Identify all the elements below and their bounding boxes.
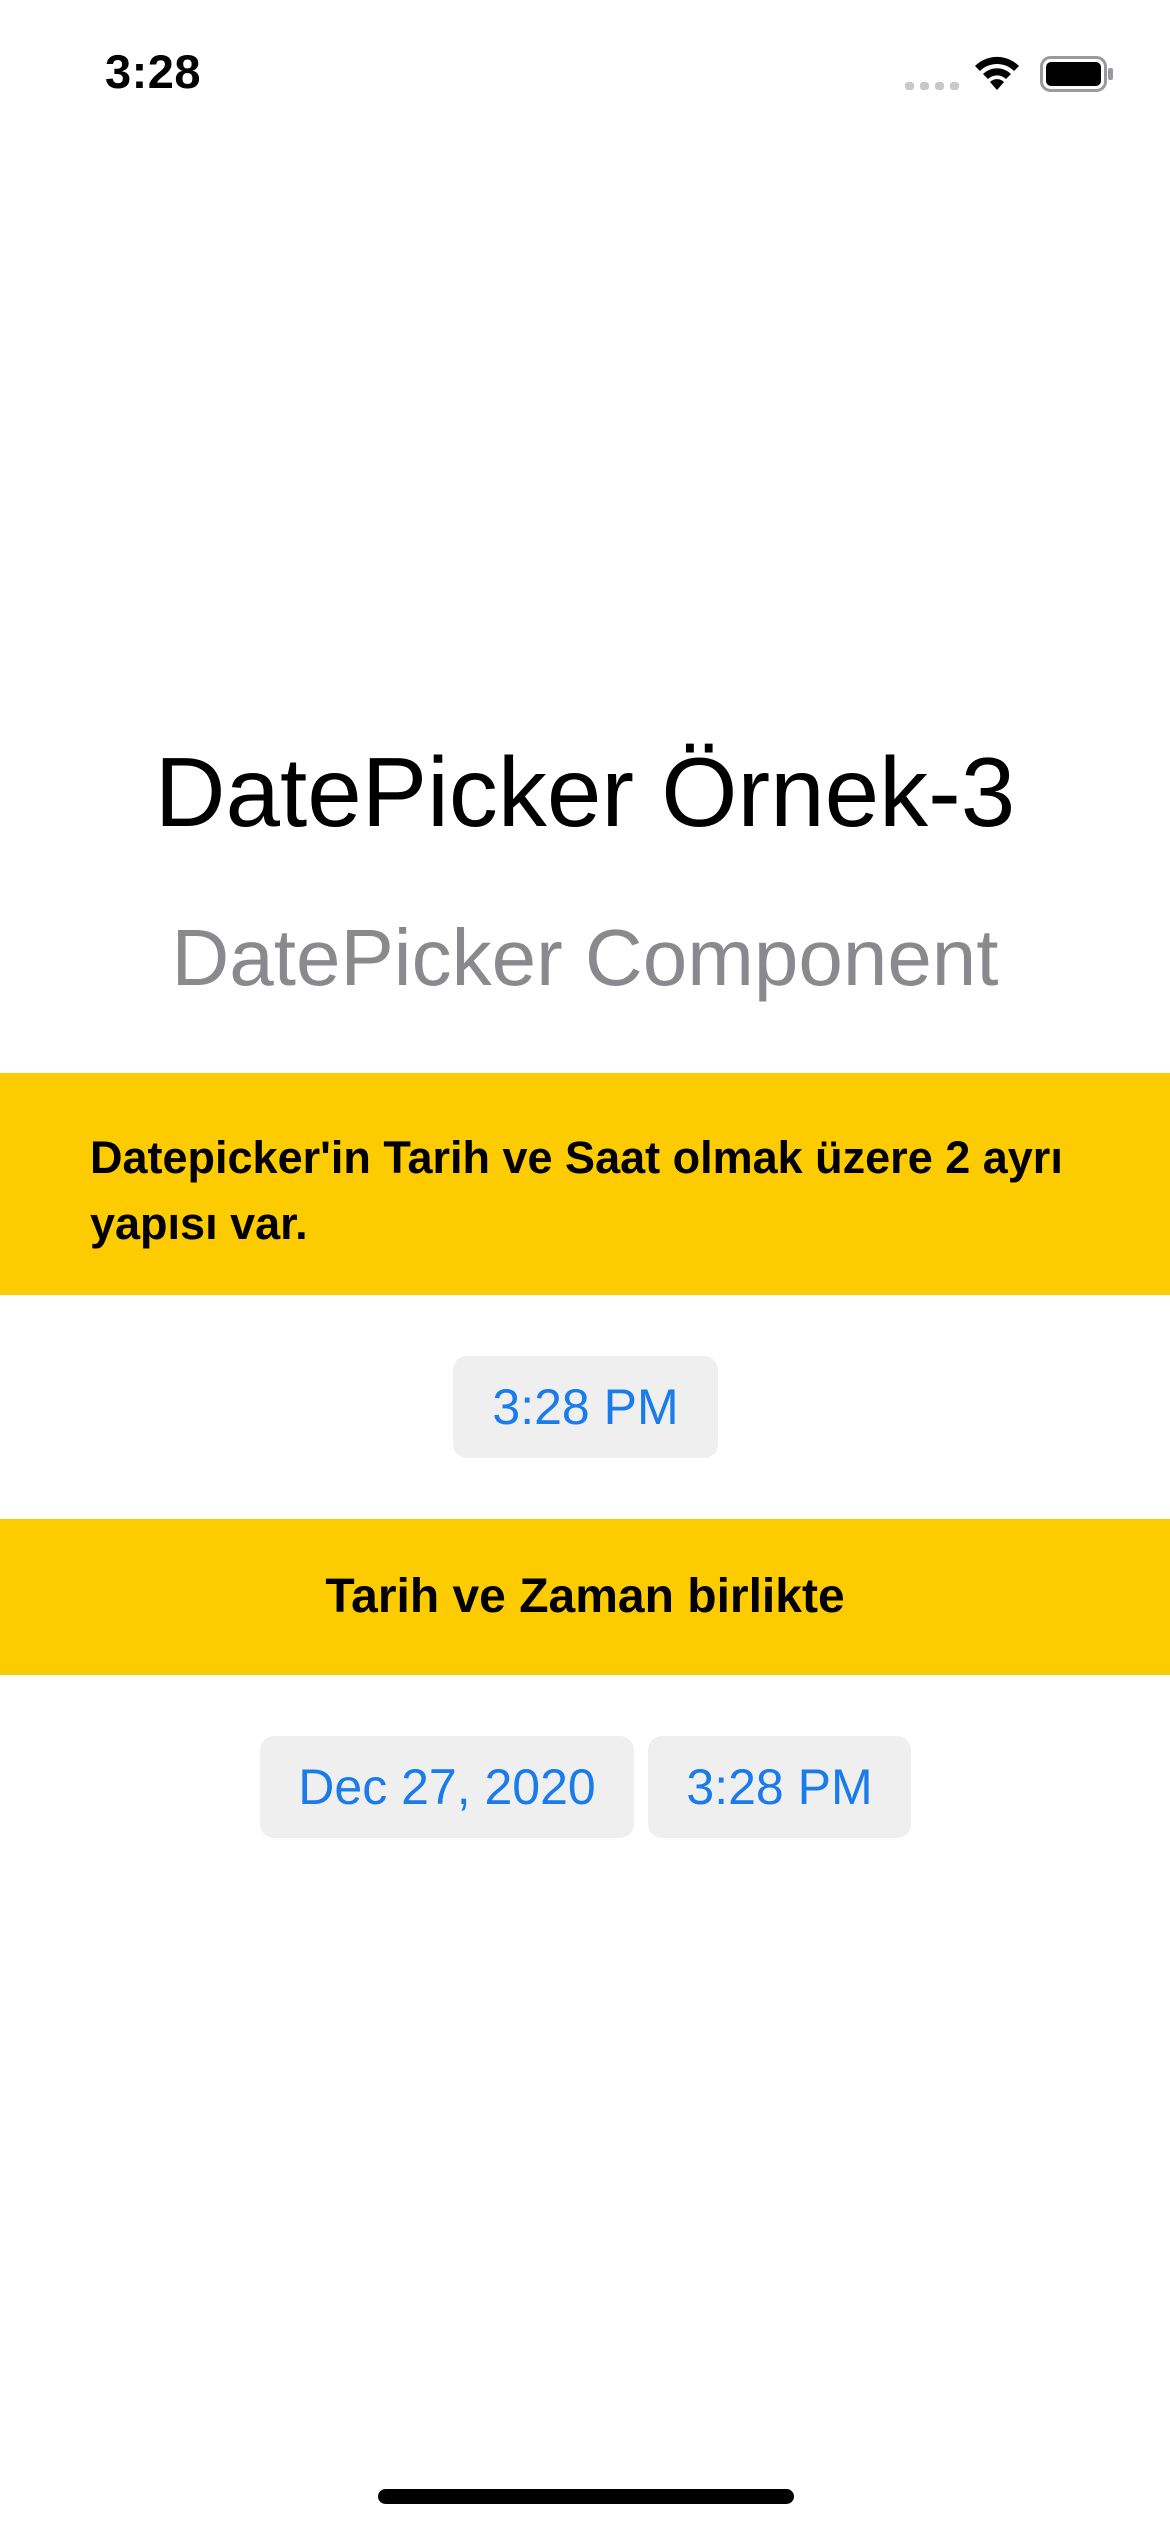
page-subtitle: DatePicker Component (171, 913, 999, 1002)
page-title: DatePicker Örnek-3 (154, 737, 1016, 847)
section-banner-text: Tarih ve Zaman birlikte (325, 1570, 845, 1623)
battery-icon (1040, 56, 1113, 92)
datetime-time-picker-button[interactable]: 3:28 PM (648, 1736, 911, 1838)
signal-icon (905, 82, 959, 90)
home-indicator[interactable] (378, 2489, 794, 2504)
status-bar: 3:28 (0, 0, 1170, 140)
info-banner: Datepicker'in Tarih ve Saat olmak üzere … (0, 1073, 1170, 1295)
time-picker-button[interactable]: 3:28 PM (453, 1356, 718, 1458)
info-banner-text: Datepicker'in Tarih ve Saat olmak üzere … (90, 1132, 1063, 1249)
section-banner: Tarih ve Zaman birlikte (0, 1519, 1170, 1675)
status-time: 3:28 (105, 45, 202, 98)
wifi-icon (975, 56, 1019, 90)
date-picker-button[interactable]: Dec 27, 2020 (260, 1736, 634, 1838)
